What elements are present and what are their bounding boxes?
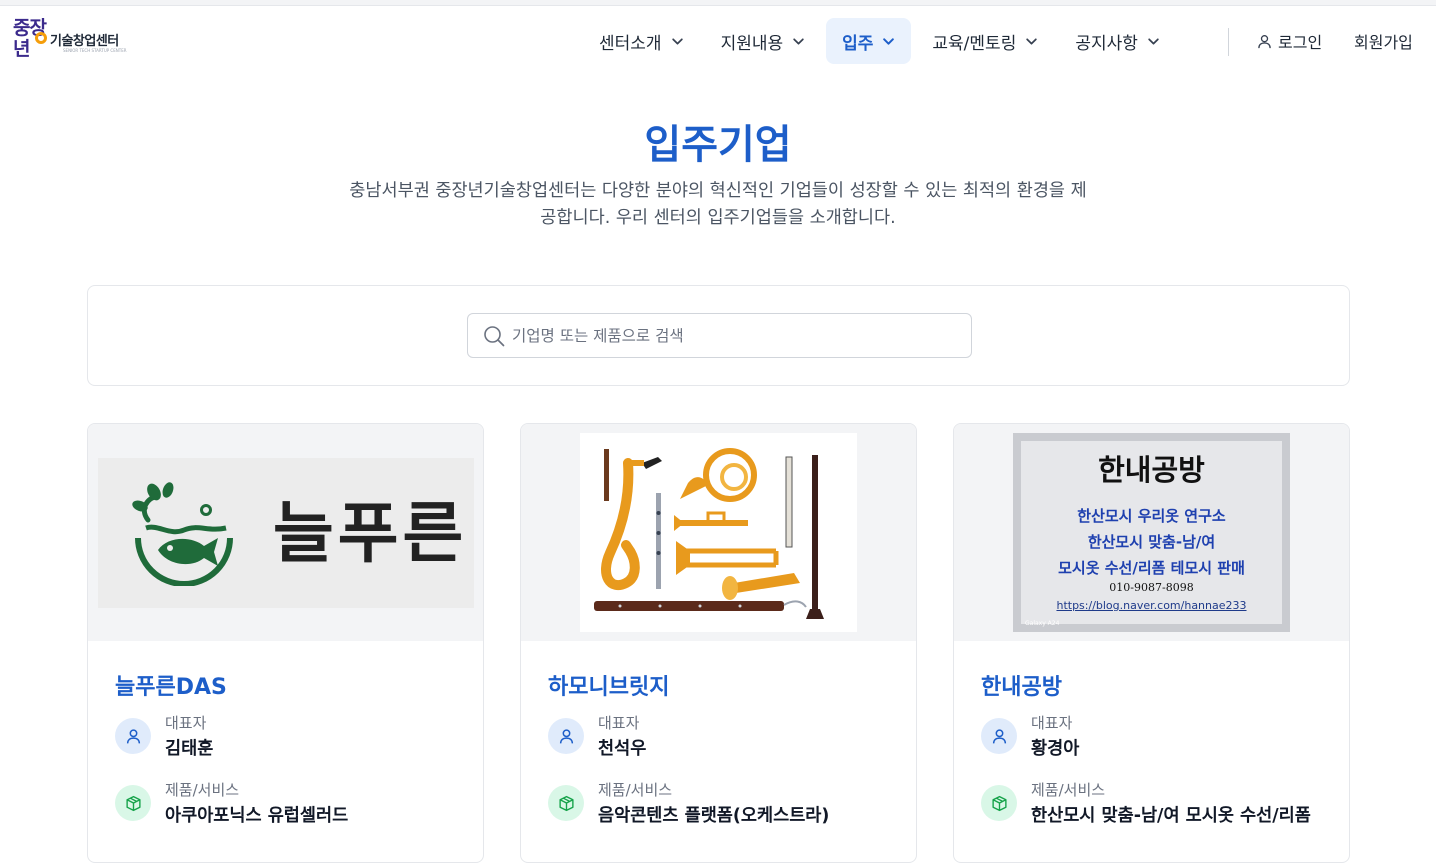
sign-url: https://blog.naver.com/hannae233: [1056, 599, 1247, 612]
signup-link[interactable]: 회원가입: [1354, 18, 1413, 64]
photo-watermark: Galaxy A24: [1025, 620, 1060, 627]
nav-divider: [1228, 28, 1229, 56]
ceo-name: 천석우: [598, 739, 647, 759]
company-image: 한내공방 한산모시 우리옷 연구소 한산모시 맞춤-남/여 모시옷 수선/리폼 …: [954, 424, 1349, 641]
chevron-down-icon: [1148, 37, 1159, 45]
company-logo-text: 늘푸른: [273, 495, 468, 572]
search-input[interactable]: [512, 314, 962, 357]
package-icon: [548, 785, 584, 821]
product-value: 음악콘텐츠 플랫폼(오케스트라): [598, 806, 830, 826]
package-icon: [115, 785, 151, 821]
description-line-1: 충남서부권 중장년기술창업센터는 다양한 분야의 혁신적인 기업들이 성장할 수…: [349, 181, 1087, 201]
musical-instruments-illustration: [594, 448, 824, 619]
search-panel: [87, 285, 1350, 386]
company-image: [521, 424, 916, 641]
package-icon: [981, 785, 1017, 821]
login-link[interactable]: 로그인: [1257, 18, 1322, 64]
page-title: 입주기업: [644, 122, 792, 168]
description-line-2: 공합니다. 우리 센터의 입주기업들을 소개합니다.: [540, 208, 896, 228]
main-nav: 센터소개 지원내용 입주 교육/멘토링 공지사항: [583, 18, 1181, 64]
person-icon: [548, 718, 584, 754]
person-icon: [115, 718, 151, 754]
ceo-label: 대표자: [598, 714, 640, 732]
sign-title: 한내공방: [1098, 453, 1205, 487]
company-name[interactable]: 한내공방: [981, 669, 1062, 701]
page-description: 충남서부권 중장년기술창업센터는 다양한 분야의 혁신적인 기업들이 성장할 수…: [338, 178, 1098, 232]
logo-subtext: SENIOR TECH STARTUP CENTER: [63, 48, 127, 53]
site-logo[interactable]: 중장 년 기술창업센터 SENIOR TECH STARTUP CENTER: [13, 18, 127, 64]
nav-item-education[interactable]: 교육/멘토링: [916, 18, 1054, 64]
user-icon: [1258, 34, 1271, 48]
company-card[interactable]: 하모니브릿지 대표자 천석우 제품/서비스 음악콘텐츠 플랫폼(오케스트라): [520, 423, 917, 863]
nav-item-support[interactable]: 지원내용: [705, 18, 822, 64]
fish-leaf-logo-icon: [132, 482, 233, 586]
sign-line-2: 한산모시 맞춤-남/여: [1087, 533, 1216, 551]
product-label: 제품/서비스: [165, 781, 240, 799]
site-header: 중장 년 기술창업센터 SENIOR TECH STARTUP CENTER 센…: [0, 6, 1436, 76]
ceo-name: 김태훈: [165, 739, 214, 759]
company-name[interactable]: 하모니브릿지: [548, 669, 669, 701]
sign-line-3: 모시옷 수선/리폼 테모시 판매: [1058, 559, 1245, 577]
product-value: 한산모시 맞춤-남/여 모시옷 수선/리폼: [1031, 806, 1311, 826]
logo-text: 기술창업센터: [50, 34, 119, 49]
nav-item-center-intro[interactable]: 센터소개: [583, 18, 700, 64]
company-card[interactable]: 한내공방 한산모시 우리옷 연구소 한산모시 맞춤-남/여 모시옷 수선/리폼 …: [953, 423, 1350, 863]
signup-label: 회원가입: [1354, 33, 1413, 52]
nav-item-label: 교육/멘토링: [932, 33, 1017, 54]
chevron-down-icon: [671, 37, 683, 45]
product-label: 제품/서비스: [1031, 781, 1106, 799]
nav-item-notice[interactable]: 공지사항: [1059, 18, 1176, 64]
search-icon: [484, 326, 505, 347]
product-value: 아쿠아포닉스 유럽셀러드: [165, 806, 349, 826]
shop-sign-image: 한내공방 한산모시 우리옷 연구소 한산모시 맞춤-남/여 모시옷 수선/리폼 …: [1013, 433, 1290, 632]
ceo-label: 대표자: [165, 714, 207, 732]
company-image: 늘푸른: [88, 424, 483, 641]
chevron-down-icon: [793, 37, 804, 45]
sign-line-1: 한산모시 우리옷 연구소: [1077, 507, 1226, 525]
company-logo-image: 늘푸른: [98, 458, 474, 608]
nav-item-label: 센터소개: [599, 33, 662, 54]
ceo-name: 황경아: [1031, 739, 1080, 759]
chevron-down-icon: [1026, 37, 1038, 45]
instruments-image: [580, 433, 857, 632]
search-field[interactable]: [467, 313, 972, 358]
product-label: 제품/서비스: [598, 781, 673, 799]
nav-item-label: 입주: [842, 33, 874, 54]
logo-mark-bottom: 년: [13, 38, 31, 60]
nav-item-label: 공지사항: [1075, 33, 1138, 54]
person-icon: [981, 718, 1017, 754]
company-name[interactable]: 늘푸른DAS: [115, 669, 227, 701]
login-label: 로그인: [1278, 33, 1323, 52]
sign-phone: 010-9087-8098: [1109, 581, 1194, 594]
nav-item-residency[interactable]: 입주: [826, 18, 912, 64]
chevron-down-icon: [883, 37, 895, 45]
nav-item-label: 지원내용: [720, 33, 784, 54]
logo-key-icon: [35, 32, 47, 44]
ceo-label: 대표자: [1031, 714, 1073, 732]
company-card[interactable]: 늘푸른 늘푸른DAS 대표자 김태훈 제품/서비스 아쿠아포닉스 유럽셀러드: [87, 423, 484, 863]
